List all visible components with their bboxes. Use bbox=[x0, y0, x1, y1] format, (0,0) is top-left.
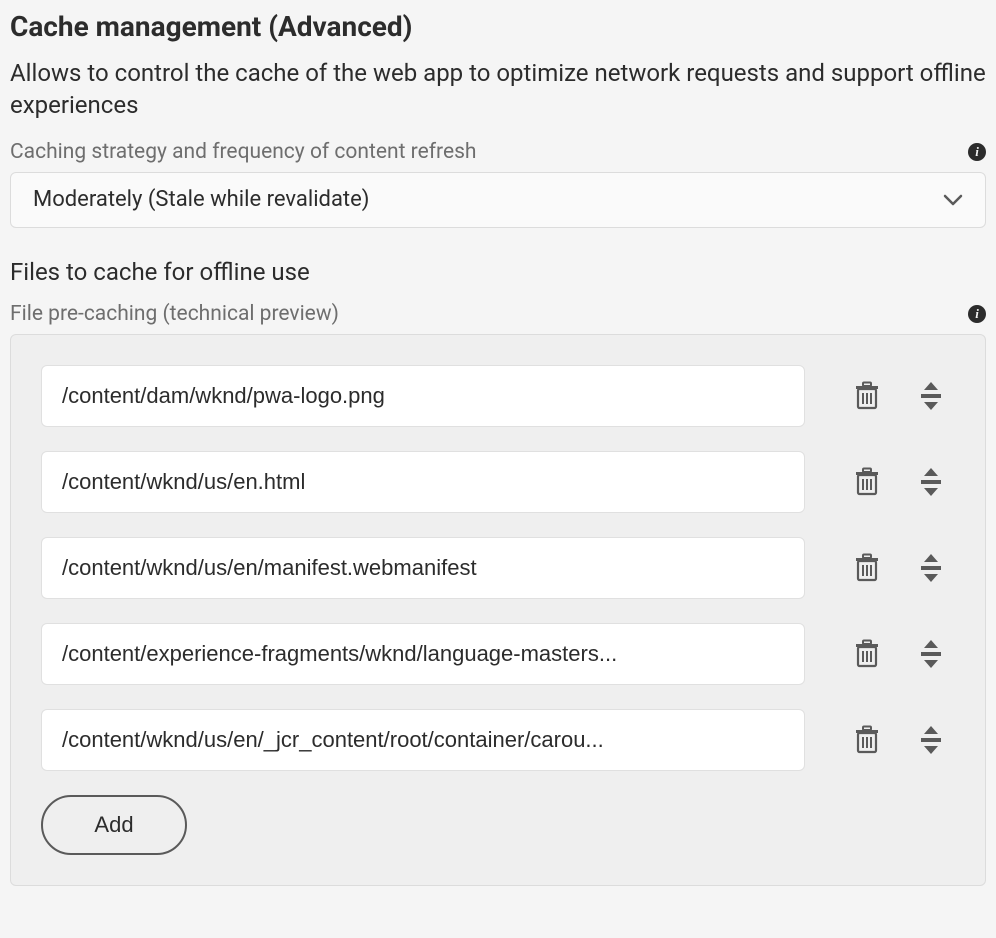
reorder-icon[interactable] bbox=[917, 554, 945, 582]
chevron-down-icon bbox=[943, 194, 963, 206]
strategy-selected-value: Moderately (Stale while revalidate) bbox=[33, 187, 369, 212]
strategy-dropdown[interactable]: Moderately (Stale while revalidate) bbox=[10, 172, 986, 228]
files-label: File pre-caching (technical preview) bbox=[10, 302, 339, 326]
file-row bbox=[41, 709, 955, 771]
delete-icon[interactable] bbox=[853, 382, 881, 410]
reorder-icon[interactable] bbox=[917, 382, 945, 410]
add-button-label: Add bbox=[94, 812, 133, 838]
file-precache-panel: Add bbox=[10, 334, 986, 886]
add-button[interactable]: Add bbox=[41, 795, 187, 855]
files-heading: Files to cache for offline use bbox=[10, 258, 986, 286]
file-row bbox=[41, 537, 955, 599]
delete-icon[interactable] bbox=[853, 640, 881, 668]
delete-icon[interactable] bbox=[853, 468, 881, 496]
row-actions bbox=[853, 726, 945, 754]
reorder-icon[interactable] bbox=[917, 726, 945, 754]
info-icon[interactable]: i bbox=[968, 305, 986, 323]
delete-icon[interactable] bbox=[853, 554, 881, 582]
row-actions bbox=[853, 640, 945, 668]
file-path-input[interactable] bbox=[41, 623, 805, 685]
row-actions bbox=[853, 382, 945, 410]
file-row bbox=[41, 365, 955, 427]
delete-icon[interactable] bbox=[853, 726, 881, 754]
info-icon[interactable]: i bbox=[968, 143, 986, 161]
row-actions bbox=[853, 468, 945, 496]
reorder-icon[interactable] bbox=[917, 468, 945, 496]
file-path-input[interactable] bbox=[41, 537, 805, 599]
file-path-input[interactable] bbox=[41, 365, 805, 427]
row-actions bbox=[853, 554, 945, 582]
section-title: Cache management (Advanced) bbox=[10, 10, 986, 43]
cache-management-panel: Cache management (Advanced) Allows to co… bbox=[0, 0, 996, 938]
file-path-input[interactable] bbox=[41, 451, 805, 513]
strategy-label-row: Caching strategy and frequency of conten… bbox=[10, 140, 986, 164]
section-description: Allows to control the cache of the web a… bbox=[10, 57, 986, 122]
strategy-label: Caching strategy and frequency of conten… bbox=[10, 140, 477, 164]
files-label-row: File pre-caching (technical preview) i bbox=[10, 302, 986, 326]
file-row bbox=[41, 623, 955, 685]
reorder-icon[interactable] bbox=[917, 640, 945, 668]
file-path-input[interactable] bbox=[41, 709, 805, 771]
file-row bbox=[41, 451, 955, 513]
